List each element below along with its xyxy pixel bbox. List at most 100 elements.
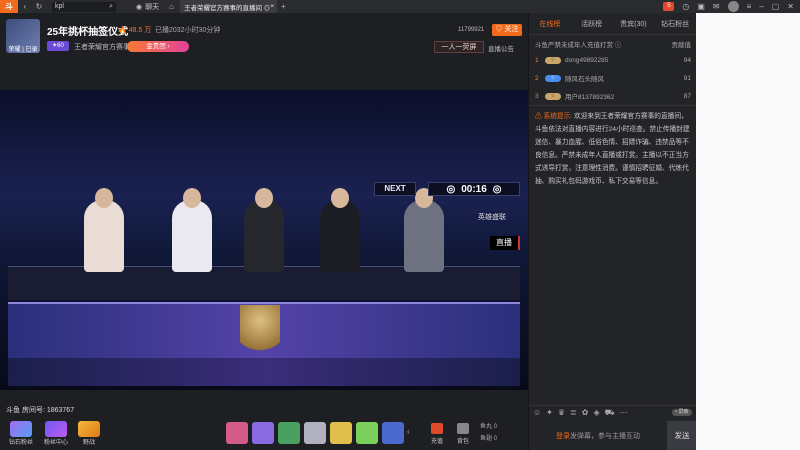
emoji-icon[interactable]: ☺ xyxy=(533,408,541,417)
search-input[interactable]: kpl ⌕ xyxy=(52,1,116,12)
search-icon[interactable]: ⌕ xyxy=(109,3,113,11)
tab-vip[interactable]: 贵宾(30) xyxy=(613,19,655,29)
rank-row[interactable]: 2 ☆ 随风石头随风 91 xyxy=(535,71,691,85)
level-badge: ✦60 xyxy=(47,41,69,51)
globe-icon: ◉ xyxy=(136,3,143,11)
rank-no: 1 xyxy=(535,56,539,64)
vip-button[interactable]: 金贵团 › xyxy=(127,41,189,52)
battle-entry[interactable]: 野战 xyxy=(76,420,102,446)
history-icon[interactable]: ◷ xyxy=(682,2,689,11)
rank-row[interactable]: 3 ☆ 用户8137892362 87 xyxy=(535,89,691,103)
close-tab-icon[interactable]: × xyxy=(270,3,274,10)
next-label: NEXT xyxy=(374,182,416,196)
gift-3-icon[interactable] xyxy=(278,422,300,444)
menu-icon[interactable]: ≡ xyxy=(747,2,752,11)
fan-level-badge: ☆ xyxy=(545,92,561,100)
room-title: 25年挑杯抽签仪式 xyxy=(47,27,129,38)
tab-chat[interactable]: ◉ 聊天 xyxy=(136,2,159,12)
rank-tabs: 在线榜 活跃榜 贵宾(30) 钻石粉丝 xyxy=(529,13,696,35)
hero-tag: 英雄盛联 xyxy=(478,214,506,221)
fans-count: 11799921 xyxy=(458,27,485,33)
right-panel: 在线榜 活跃榜 贵宾(30) 钻石粉丝 斗鱼严禁未成年人充值打赏 ⓘ 贡献值 1… xyxy=(528,13,697,450)
gift-2-icon[interactable] xyxy=(252,422,274,444)
recharge-icon xyxy=(431,423,443,434)
bag-label: 背包 xyxy=(456,439,469,445)
maximize-icon[interactable]: ▢ xyxy=(772,2,780,11)
diamond-fans-entry[interactable]: 钻石粉丝 xyxy=(4,420,38,446)
timer-value: 00:16 xyxy=(461,183,487,195)
promo-banner[interactable]: 一人一荧屏 xyxy=(434,41,484,53)
minimize-icon[interactable]: – xyxy=(759,2,763,11)
system-message: ⚠ 系统提示: 欢迎来到王者荣耀官方赛事的直播间，斗鱼依法对直播内容进行24小时… xyxy=(535,110,691,188)
fans-center-label: 粉丝中心 xyxy=(43,440,68,446)
douyu-logo: 斗 xyxy=(0,0,18,13)
fan-level-badge: ☆ xyxy=(545,56,561,64)
chat-toolbar: ☺ ✦ ♛ ≣ ✿ ◈ ⛟ ⋯ • 屏蔽 xyxy=(529,405,697,419)
battle-label: 野战 xyxy=(82,440,95,446)
fan-level-badge: ☆ xyxy=(545,74,561,82)
back-icon[interactable]: ‹ xyxy=(18,2,32,11)
diamond-fans-label: 钻石粉丝 xyxy=(8,440,33,446)
gift-5-icon[interactable] xyxy=(330,422,352,444)
close-icon[interactable]: ✕ xyxy=(787,2,794,11)
message-badge[interactable]: 5 xyxy=(663,2,675,11)
room-notice[interactable]: 直播公告 xyxy=(488,43,514,53)
block-toggle[interactable]: • 屏蔽 xyxy=(672,409,692,416)
trophy-icon xyxy=(78,421,100,437)
trophy-image xyxy=(240,305,280,357)
tab-diamond-fans[interactable]: 钻石粉丝 xyxy=(654,19,696,29)
bag-button[interactable]: 背包 xyxy=(450,421,476,445)
tab-active-room[interactable]: 王者荣耀官方赛事的直播间 ⊙ × xyxy=(180,0,277,13)
hot-count: 🔥 48.5 万 xyxy=(118,27,152,34)
fans-center-icon xyxy=(45,421,67,437)
rank-row[interactable]: 1 ☆ dong49892285 94 xyxy=(535,53,691,67)
room-category[interactable]: 王者荣耀官方赛事 xyxy=(74,42,130,52)
bag-icon xyxy=(457,423,469,434)
avatar-caption: 荣耀 | 已录 xyxy=(8,47,38,53)
tab-online-rank[interactable]: 在线榜 xyxy=(529,19,571,29)
host-person-4 xyxy=(320,188,360,272)
gift-box-icon[interactable]: ▣ xyxy=(697,2,705,11)
broadcast-icon[interactable]: ◈ xyxy=(593,408,599,417)
video-player[interactable]: NEXT ◎ 00:16 ◎ 英雄盛联 直播 xyxy=(0,90,528,390)
rank-value: 87 xyxy=(683,92,691,100)
gift-6-icon[interactable] xyxy=(356,422,378,444)
host-person-2 xyxy=(172,188,212,272)
gift-1-icon[interactable] xyxy=(226,422,248,444)
fans-center-entry[interactable]: 粉丝中心 xyxy=(40,420,72,446)
follow-button[interactable]: ♡ 关注 xyxy=(492,24,522,36)
gift-4-icon[interactable] xyxy=(304,422,326,444)
refresh-icon[interactable]: ↻ xyxy=(32,2,46,11)
send-button[interactable]: 发送 xyxy=(667,421,697,450)
chat-input-placeholder: 发弹幕，参与主播互动 xyxy=(570,432,640,440)
crown-icon[interactable]: ♛ xyxy=(558,408,565,417)
recharge-button[interactable]: 充值 xyxy=(424,421,450,445)
tab-active-rank[interactable]: 活跃榜 xyxy=(571,19,613,29)
recharge-label: 充值 xyxy=(430,439,443,445)
user-avatar[interactable] xyxy=(727,1,739,12)
timer-right-icon: ◎ xyxy=(492,183,502,195)
new-tab-icon[interactable]: + xyxy=(281,2,286,11)
stage-floor xyxy=(8,358,520,386)
rank-value-header: 贡献值 xyxy=(671,42,692,49)
gift-7-icon[interactable] xyxy=(382,422,404,444)
room-avatar[interactable]: 荣耀 | 已录 xyxy=(6,19,40,53)
rank-warning: 斗鱼严禁未成年人充值打赏 ⓘ xyxy=(535,42,622,49)
list-icon[interactable]: ≣ xyxy=(570,408,577,417)
live-tag: 直播 xyxy=(490,236,520,250)
fan-badge-icon[interactable]: ✦ xyxy=(546,408,553,417)
gift-icon[interactable]: ✿ xyxy=(582,408,589,417)
gift-more-icon[interactable]: ‹ xyxy=(407,427,410,436)
home-icon[interactable]: ⌂ xyxy=(169,2,174,11)
more-icon[interactable]: ⋯ xyxy=(620,408,628,417)
login-link[interactable]: 登录 xyxy=(556,431,570,441)
system-message-text: 欢迎来到王者荣耀官方赛事的直播间，斗鱼依法对直播内容进行24小时巡查。禁止传播封… xyxy=(535,113,690,185)
currency-balance: 鱼丸 0 鱼翅 0 xyxy=(480,421,497,445)
car-icon[interactable]: ⛟ xyxy=(605,408,615,418)
chat-input[interactable]: 登录 发弹幕，参与主播互动 xyxy=(529,421,667,450)
countdown-timer: ◎ 00:16 ◎ xyxy=(428,182,520,196)
rank-name: 用户8137892362 xyxy=(565,94,615,101)
mail-icon[interactable]: ✉ xyxy=(713,2,720,11)
host-person-5 xyxy=(404,188,444,272)
room-number: 斗鱼 房间号: 1863767 xyxy=(6,407,75,414)
